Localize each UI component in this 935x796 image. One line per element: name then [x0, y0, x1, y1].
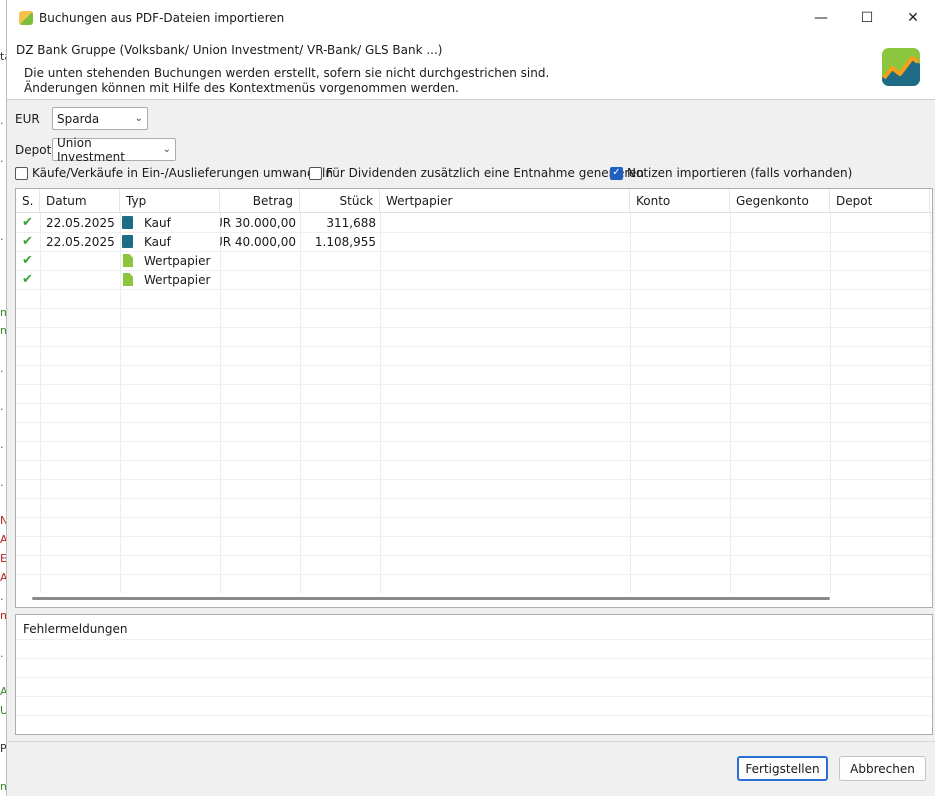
transactions-table[interactable]: S. Datum Typ Betrag Stück Wertpapier Kon… — [15, 188, 933, 608]
row-divider — [16, 677, 932, 678]
row-type: Kauf — [144, 235, 171, 249]
account-label: EUR — [15, 112, 40, 126]
row-divider — [16, 308, 932, 309]
app-icon — [19, 11, 33, 25]
row-amount: EUR 40.000,00 — [220, 235, 296, 249]
row-divider — [16, 479, 932, 480]
title-bar[interactable]: Buchungen aus PDF-Dateien importieren — … — [7, 0, 935, 36]
row-divider — [16, 403, 932, 404]
extractor-title: DZ Bank Gruppe (Volksbank/ Union Investm… — [16, 43, 443, 57]
row-divider — [16, 346, 932, 347]
checkbox-unchecked-icon[interactable] — [15, 166, 28, 180]
convert-checkbox-label: Käufe/Verkäufe in Ein-/Auslieferungen um… — [32, 166, 333, 180]
row-divider — [16, 441, 932, 442]
security-document-icon — [123, 254, 133, 267]
column-header-depot[interactable]: Depot — [830, 189, 930, 213]
row-type: Kauf — [144, 216, 171, 230]
check-icon: ✔ — [22, 253, 33, 268]
purchase-icon — [122, 235, 133, 248]
dialog-header: DZ Bank Gruppe (Volksbank/ Union Investm… — [7, 36, 935, 100]
row-divider — [16, 639, 932, 640]
column-header-type[interactable]: Typ — [120, 189, 220, 213]
notes-checkbox[interactable]: ✓ Notizen importieren (falls vorhanden) — [610, 166, 852, 180]
horizontal-scrollbar[interactable] — [32, 597, 830, 600]
row-divider — [16, 696, 932, 697]
row-divider — [16, 715, 932, 716]
column-header-status[interactable]: S. — [16, 189, 40, 213]
close-button[interactable]: ✕ — [890, 0, 935, 36]
row-divider — [16, 658, 932, 659]
table-header: S. Datum Typ Betrag Stück Wertpapier Kon… — [16, 189, 932, 213]
chevron-down-icon: ⌄ — [162, 144, 171, 155]
row-type: Wertpapier — [144, 273, 211, 287]
row-divider — [16, 365, 932, 366]
row-divider — [16, 289, 932, 290]
header-description-1: Die unten stehenden Buchungen werden ers… — [24, 66, 550, 80]
dividend-checkbox-label: Für Dividenden zusätzlich eine Entnahme … — [326, 166, 644, 180]
column-header-account[interactable]: Konto — [630, 189, 730, 213]
chevron-down-icon: ⌄ — [134, 113, 143, 124]
convert-checkbox[interactable]: Käufe/Verkäufe in Ein-/Auslieferungen um… — [15, 166, 333, 180]
row-divider — [16, 574, 932, 575]
column-header-offset-account[interactable]: Gegenkonto — [730, 189, 830, 213]
footer-divider — [7, 741, 935, 742]
row-divider — [16, 498, 932, 499]
row-divider — [16, 536, 932, 537]
check-icon: ✔ — [22, 234, 33, 249]
row-divider — [16, 555, 932, 556]
depot-label: Depot — [15, 143, 52, 157]
row-date: 22.05.2025 — [46, 235, 115, 249]
row-shares: 1.108,955 — [314, 235, 376, 249]
account-select[interactable]: Sparda ⌄ — [52, 107, 148, 130]
row-divider — [16, 517, 932, 518]
error-messages-panel: Fehlermeldungen — [15, 614, 933, 735]
window-title: Buchungen aus PDF-Dateien importieren — [39, 11, 285, 25]
row-divider — [16, 270, 932, 271]
row-type: Wertpapier — [144, 254, 211, 268]
row-divider — [16, 251, 932, 252]
row-divider — [16, 384, 932, 385]
check-icon: ✔ — [22, 215, 33, 230]
account-select-value: Sparda — [57, 111, 100, 126]
check-icon: ✔ — [22, 272, 33, 287]
row-divider — [16, 460, 932, 461]
cancel-button[interactable]: Abbrechen — [839, 756, 926, 781]
row-amount: EUR 30.000,00 — [220, 216, 296, 230]
column-header-security[interactable]: Wertpapier — [380, 189, 630, 213]
checkbox-checked-icon[interactable]: ✓ — [610, 166, 623, 180]
row-divider — [16, 327, 932, 328]
column-header-amount[interactable]: Betrag — [220, 189, 300, 213]
notes-checkbox-label: Notizen importieren (falls vorhanden) — [627, 166, 853, 180]
header-description-2: Änderungen können mit Hilfe des Kontextm… — [24, 81, 459, 95]
import-dialog: Buchungen aus PDF-Dateien importieren — … — [6, 0, 935, 796]
depot-select-value: Union Investment — [57, 135, 125, 164]
finish-button[interactable]: Fertigstellen — [737, 756, 828, 781]
row-shares: 311,688 — [326, 216, 376, 230]
maximize-button[interactable]: ☐ — [844, 0, 890, 36]
minimize-button[interactable]: — — [798, 0, 844, 36]
dividend-checkbox[interactable]: Für Dividenden zusätzlich eine Entnahme … — [309, 166, 644, 180]
column-header-shares[interactable]: Stück — [300, 189, 380, 213]
checkbox-unchecked-icon[interactable] — [309, 166, 322, 180]
row-divider — [16, 232, 932, 233]
column-header-date[interactable]: Datum — [40, 189, 120, 213]
purchase-icon — [122, 216, 133, 229]
error-messages-label: Fehlermeldungen — [23, 622, 128, 636]
row-divider — [16, 422, 932, 423]
security-document-icon — [123, 273, 133, 286]
portfolio-logo-icon — [882, 48, 920, 86]
row-date: 22.05.2025 — [46, 216, 115, 230]
depot-select[interactable]: Union Investment ⌄ — [52, 135, 176, 164]
